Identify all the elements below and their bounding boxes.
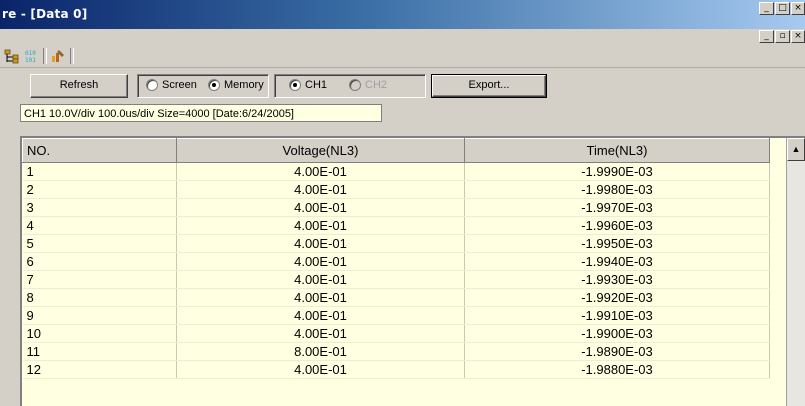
- child-close-icon[interactable]: ×: [791, 30, 805, 43]
- radio-screen-label: Screen: [162, 79, 197, 91]
- cell-time: -1.9970E-03: [464, 198, 770, 217]
- tree-icon[interactable]: [4, 48, 20, 64]
- vertical-scrollbar[interactable]: ▲: [786, 138, 805, 406]
- cell-time: -1.9930E-03: [464, 270, 770, 289]
- svg-text:010: 010: [25, 50, 36, 57]
- cell-no: 5: [22, 234, 177, 253]
- table-row[interactable]: 11 8.00E-01 -1.9890E-03: [22, 342, 770, 361]
- cell-voltage: 8.00E-01: [176, 342, 465, 361]
- table-row[interactable]: 4 4.00E-01 -1.9960E-03: [22, 216, 770, 235]
- radio-ch1[interactable]: CH1: [289, 79, 327, 91]
- cell-time: -1.9950E-03: [464, 234, 770, 253]
- cell-no: 10: [22, 324, 177, 343]
- cell-no: 11: [22, 342, 177, 361]
- radio-dot: [289, 79, 301, 91]
- radio-ch2: CH2: [349, 79, 387, 91]
- cell-time: -1.9900E-03: [464, 324, 770, 343]
- source-radio-group: Screen Memory: [137, 74, 269, 98]
- cell-voltage: 4.00E-01: [176, 198, 465, 217]
- cell-time: -1.9880E-03: [464, 360, 770, 379]
- cell-no: 12: [22, 360, 177, 379]
- cell-no: 9: [22, 306, 177, 325]
- child-restore-icon[interactable]: ▫: [775, 30, 790, 43]
- chart-tool-icon[interactable]: [50, 48, 66, 64]
- table-row[interactable]: 12 4.00E-01 -1.9880E-03: [22, 360, 770, 379]
- table-row[interactable]: 1 4.00E-01 -1.9990E-03: [22, 162, 770, 181]
- svg-text:101: 101: [25, 57, 36, 64]
- cell-no: 8: [22, 288, 177, 307]
- close-icon[interactable]: ×: [791, 2, 805, 15]
- acquisition-info: CH1 10.0V/div 100.0us/div Size=4000 [Dat…: [20, 104, 382, 122]
- minimize-icon[interactable]: _: [759, 2, 774, 15]
- table-header-row: NO. Voltage(NL3) Time(NL3): [22, 138, 770, 163]
- cell-voltage: 4.00E-01: [176, 360, 465, 379]
- radio-memory[interactable]: Memory: [208, 79, 264, 91]
- cell-no: 6: [22, 252, 177, 271]
- radio-ch1-label: CH1: [305, 79, 328, 91]
- refresh-button[interactable]: Refresh: [30, 74, 128, 98]
- table-row[interactable]: 3 4.00E-01 -1.9970E-03: [22, 198, 770, 217]
- table-row[interactable]: 2 4.00E-01 -1.9980E-03: [22, 180, 770, 199]
- cell-voltage: 4.00E-01: [176, 288, 465, 307]
- cell-no: 2: [22, 180, 177, 199]
- toolbar-separator: [70, 48, 74, 64]
- cell-voltage: 4.00E-01: [176, 234, 465, 253]
- cell-no: 4: [22, 216, 177, 235]
- table-row[interactable]: 8 4.00E-01 -1.9920E-03: [22, 288, 770, 307]
- cell-voltage: 4.00E-01: [176, 216, 465, 235]
- cell-time: -1.9890E-03: [464, 342, 770, 361]
- cell-time: -1.9940E-03: [464, 252, 770, 271]
- cell-no: 7: [22, 270, 177, 289]
- cell-voltage: 4.00E-01: [176, 324, 465, 343]
- radio-dot: [208, 79, 220, 91]
- cell-voltage: 4.00E-01: [176, 270, 465, 289]
- radio-screen[interactable]: Screen: [146, 79, 197, 91]
- cell-no: 1: [22, 162, 177, 181]
- table-row[interactable]: 10 4.00E-01 -1.9900E-03: [22, 324, 770, 343]
- child-minimize-icon[interactable]: _: [759, 30, 774, 43]
- window-title: re - [Data 0]: [2, 7, 88, 21]
- radio-ch2-label: CH2: [365, 79, 388, 91]
- toolbar: 010 101: [0, 45, 805, 68]
- cell-voltage: 4.00E-01: [176, 180, 465, 199]
- cell-time: -1.9980E-03: [464, 180, 770, 199]
- data-table: NO. Voltage(NL3) Time(NL3) 1 4.00E-01 -1.9…: [22, 138, 770, 379]
- restore-icon[interactable]: □: [775, 2, 790, 15]
- table-row[interactable]: 5 4.00E-01 -1.9950E-03: [22, 234, 770, 253]
- column-header-voltage[interactable]: Voltage(NL3): [176, 138, 465, 163]
- radio-dot: [349, 79, 361, 91]
- export-button[interactable]: Export...: [431, 74, 547, 98]
- cell-voltage: 4.00E-01: [176, 306, 465, 325]
- cell-time: -1.9960E-03: [464, 216, 770, 235]
- table-row[interactable]: 7 4.00E-01 -1.9930E-03: [22, 270, 770, 289]
- data-grid[interactable]: NO. Voltage(NL3) Time(NL3) 1 4.00E-01 -1.9…: [20, 136, 805, 406]
- cell-no: 3: [22, 198, 177, 217]
- cell-time: -1.9990E-03: [464, 162, 770, 181]
- toolbar-separator: [43, 48, 47, 64]
- cell-time: -1.9920E-03: [464, 288, 770, 307]
- radio-dot: [146, 79, 158, 91]
- cell-voltage: 4.00E-01: [176, 252, 465, 271]
- title-bar[interactable]: re - [Data 0] _ □ ×: [0, 0, 805, 29]
- radio-memory-label: Memory: [224, 79, 264, 91]
- cell-voltage: 4.00E-01: [176, 162, 465, 181]
- channel-radio-group: CH1 CH2: [274, 74, 426, 98]
- column-header-time[interactable]: Time(NL3): [464, 138, 770, 163]
- binary-data-icon[interactable]: 010 101: [24, 48, 40, 64]
- menu-bar: _ ▫ ×: [0, 29, 805, 45]
- scroll-up-arrow-icon[interactable]: ▲: [787, 138, 805, 161]
- column-header-no[interactable]: NO.: [22, 138, 177, 163]
- table-row[interactable]: 6 4.00E-01 -1.9940E-03: [22, 252, 770, 271]
- cell-time: -1.9910E-03: [464, 306, 770, 325]
- table-row[interactable]: 9 4.00E-01 -1.9910E-03: [22, 306, 770, 325]
